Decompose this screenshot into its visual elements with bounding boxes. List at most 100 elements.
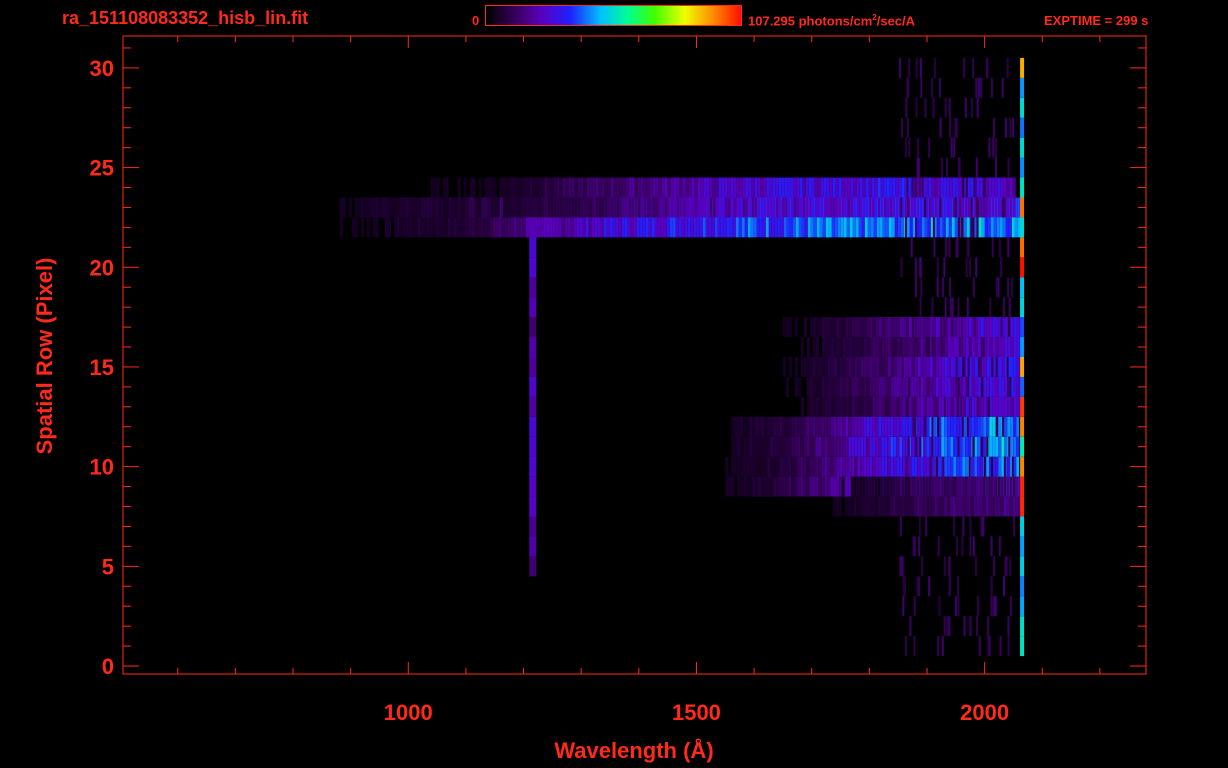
heatmap-cell-b2 xyxy=(821,416,825,437)
heatmap-cell-b4 xyxy=(892,496,896,517)
heatmap-cell-b0 xyxy=(726,217,730,238)
heatmap-cell-b3 xyxy=(914,376,918,397)
heatmap-cell-b4 xyxy=(886,476,890,497)
heatmap-cell-b3 xyxy=(932,396,936,417)
heatmap-cell-b3 xyxy=(854,376,858,397)
heatmap-cell-b3 xyxy=(971,337,975,357)
heatmap-cell-faint xyxy=(1007,376,1010,397)
heatmap-cell-b1 xyxy=(541,197,545,218)
heatmap-cell-b2 xyxy=(980,416,984,437)
heatmap-cell-b3 xyxy=(884,396,888,417)
heatmap-cell-b2 xyxy=(845,476,849,497)
heatmap-cell-faint xyxy=(1009,376,1012,397)
heatmap-cell-b1 xyxy=(889,197,893,218)
heatmap-cell-b1 xyxy=(787,197,791,218)
heatmap-cell-b3 xyxy=(962,396,966,417)
heatmap-cell-b2 xyxy=(857,436,861,457)
heatmap-cell-b1 xyxy=(1003,177,1007,198)
heatmap-cell-faint xyxy=(973,317,976,338)
heatmap-cell-faint xyxy=(914,177,917,198)
heatmap-cell-faint xyxy=(951,317,954,338)
heatmap-cell-b3 xyxy=(968,396,972,417)
heatmap-cell-b1 xyxy=(787,177,791,198)
heatmap-cell-b1 xyxy=(508,177,512,198)
heatmap-cell-faint xyxy=(911,317,914,338)
heatmap-cell-b1 xyxy=(742,197,746,218)
heatmap-cell-b0 xyxy=(546,217,550,238)
heatmap-cell-faint xyxy=(1000,317,1003,338)
heatmap-cell-faint xyxy=(980,337,983,357)
heatmap-cell-b0 xyxy=(951,217,955,238)
heatmap-cell-b1 xyxy=(871,177,875,198)
heatmap-cell-b0 xyxy=(924,217,928,238)
heatmap-cell-b3 xyxy=(833,376,837,397)
heatmap-cell-b1 xyxy=(757,177,761,198)
heatmap-cell-b2 xyxy=(977,416,981,437)
heatmap-cell-faint xyxy=(967,496,970,517)
heatmap-cell-b4 xyxy=(859,496,863,517)
heatmap-cell-b0 xyxy=(1014,217,1018,238)
heatmap-cell-faint xyxy=(995,277,998,298)
heatmap-cell-b0 xyxy=(468,217,472,238)
heatmap-cell-b3 xyxy=(893,376,897,397)
heatmap-cell-faint xyxy=(914,416,917,437)
heatmap-cell-b0 xyxy=(645,217,649,238)
heatmap-cell-b2 xyxy=(941,436,945,457)
heatmap-cell-b1 xyxy=(625,177,629,198)
heatmap-cell-b3 xyxy=(818,376,822,397)
heatmap-cell-b3 xyxy=(842,396,846,417)
heatmap-cell-b3 xyxy=(830,317,834,338)
heatmap-cell-b1 xyxy=(775,197,779,218)
heatmap-cell-faint xyxy=(990,476,993,497)
heatmap-cell-b1 xyxy=(874,197,878,218)
heatmap-cell-b2 xyxy=(881,436,885,457)
heatmap-cell-b1 xyxy=(505,197,509,218)
heatmap-cell-b1 xyxy=(697,177,701,198)
heatmap-cell-faint xyxy=(932,97,935,118)
heatmap-cell-b1 xyxy=(724,177,728,198)
heatmap-cell-b0 xyxy=(993,217,997,238)
heatmap-cell-b0 xyxy=(450,217,454,238)
heatmap-cell-b2 xyxy=(746,416,750,437)
heatmap-cell-faint xyxy=(958,337,961,357)
edge-line-cell xyxy=(1020,376,1025,397)
heatmap-cell-b0 xyxy=(741,217,745,238)
heatmap-cell-b0 xyxy=(453,217,457,238)
heatmap-cell-b2 xyxy=(1016,416,1020,437)
heatmap-cell-b1 xyxy=(841,177,845,198)
heatmap-cell-b3 xyxy=(980,396,984,417)
heatmap-cell-b1 xyxy=(676,177,680,198)
heatmap-cell-b4 xyxy=(997,476,1001,497)
heatmap-cell-b2 xyxy=(851,416,855,437)
heatmap-cell-b2 xyxy=(875,436,879,457)
heatmap-cell-faint xyxy=(987,396,990,417)
heatmap-cell-b0 xyxy=(699,217,703,238)
heatmap-cell-faint xyxy=(1010,596,1013,617)
heatmap-cell-b2 xyxy=(908,416,912,437)
heatmap-cell-b0 xyxy=(945,217,949,238)
heatmap-cell-faint xyxy=(914,257,917,278)
heatmap-cell-b3 xyxy=(920,376,924,397)
heatmap-cell-b2 xyxy=(1001,456,1005,477)
heatmap-cell-b2 xyxy=(848,456,852,477)
heatmap-cell-b0 xyxy=(450,197,454,218)
heatmap-cell-b1 xyxy=(967,177,971,198)
heatmap-cell-faint xyxy=(927,337,930,357)
heatmap-cell-b0 xyxy=(996,217,1000,238)
heatmap-cell-faint xyxy=(939,117,942,138)
x-tick-label: 2000 xyxy=(960,700,1009,725)
heatmap-cell-b2 xyxy=(821,476,825,497)
heatmap-cell-b4 xyxy=(994,476,998,497)
heatmap-cell-b2 xyxy=(743,456,747,477)
heatmap-cell-faint xyxy=(938,77,941,98)
heatmap-cell-b1 xyxy=(772,197,776,218)
heatmap-cell-b2 xyxy=(815,476,819,497)
edge-line-cell xyxy=(1020,217,1025,238)
heatmap-cell-b3 xyxy=(845,396,849,417)
heatmap-cell-b0 xyxy=(552,217,556,238)
heatmap-cell-b3 xyxy=(860,396,864,417)
heatmap-cell-b3 xyxy=(851,337,855,357)
heatmap-cell-b0 xyxy=(408,217,412,238)
heatmap-cell-b1 xyxy=(655,177,659,198)
heatmap-cell-b1 xyxy=(565,177,569,198)
